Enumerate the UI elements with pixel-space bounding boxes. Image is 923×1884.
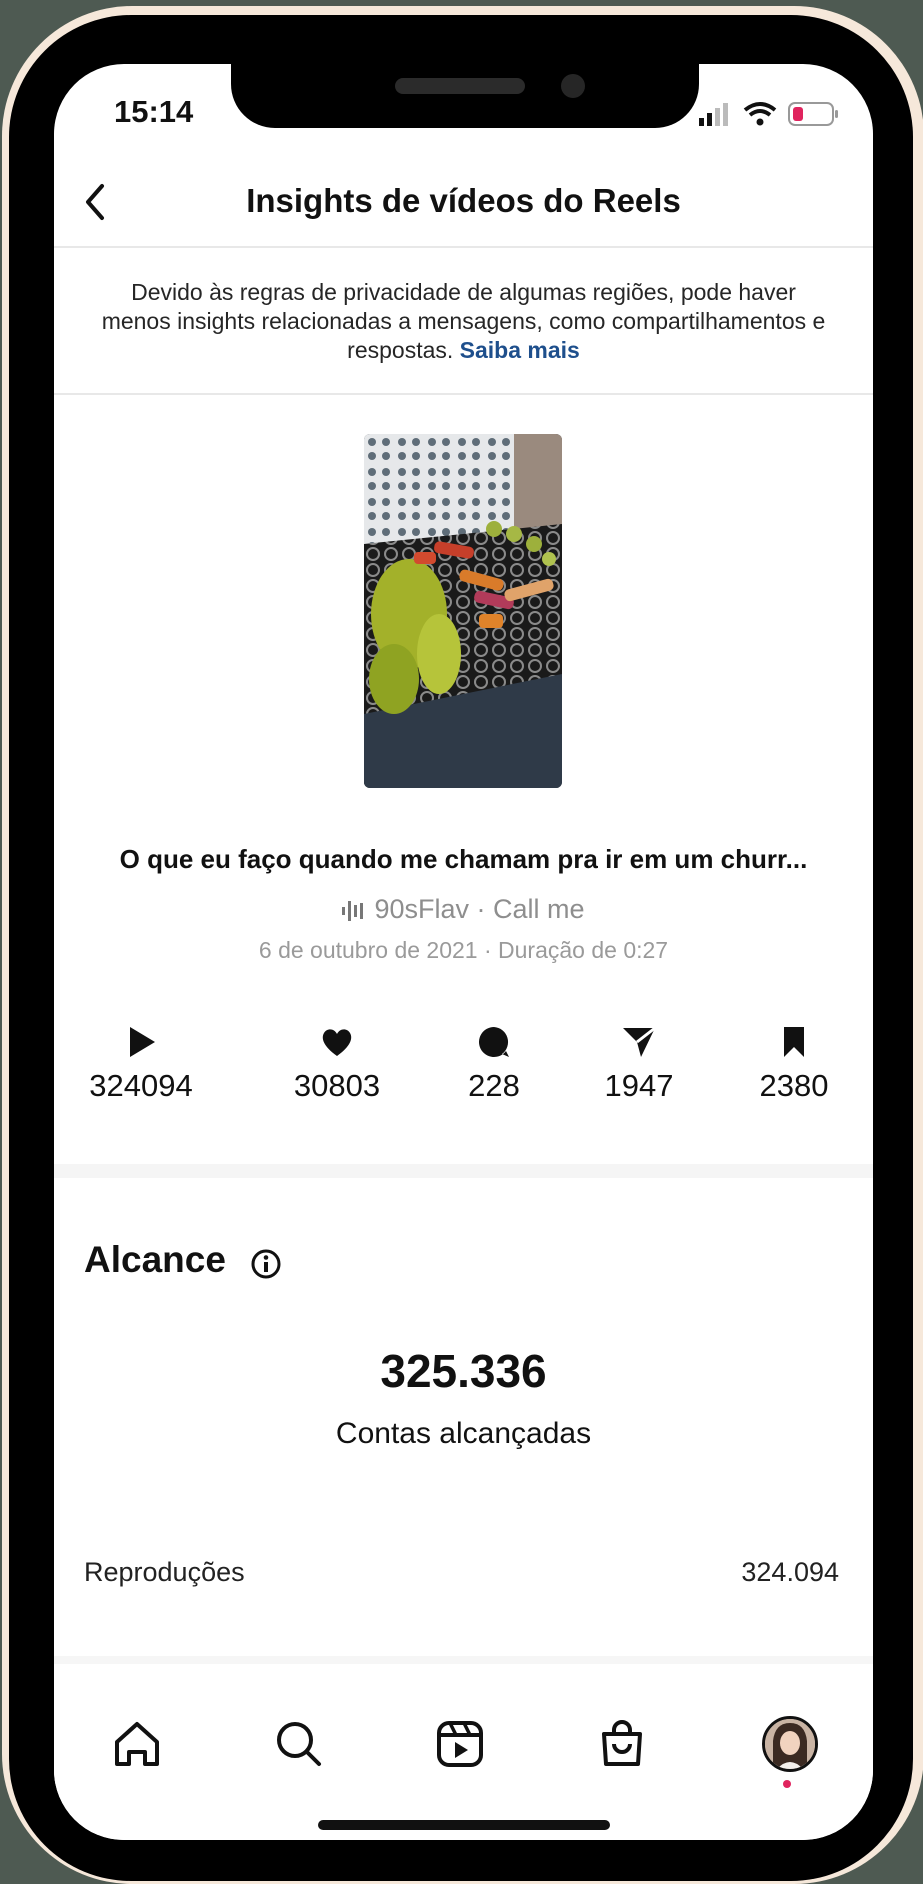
play-icon xyxy=(130,1027,155,1057)
status-time: 15:14 xyxy=(114,94,194,129)
learn-more-link[interactable]: Saiba mais xyxy=(460,337,580,363)
avatar-image xyxy=(765,1719,815,1769)
section-separator xyxy=(54,1164,873,1178)
stat-comments: 228 xyxy=(414,1024,574,1104)
stat-saves: 2380 xyxy=(714,1024,873,1104)
stat-likes: 30803 xyxy=(257,1024,417,1104)
notch xyxy=(231,62,699,128)
stat-plays: 324094 xyxy=(61,1024,221,1104)
shop-icon[interactable] xyxy=(592,1714,652,1774)
reel-thumbnail[interactable] xyxy=(364,434,562,788)
screen: 15:14 Insights de vídeos do Reels Devido… xyxy=(54,64,873,1840)
reach-label: Contas alcançadas xyxy=(335,1417,592,1450)
audio-waveform-icon xyxy=(342,900,364,921)
front-camera xyxy=(561,74,585,98)
privacy-notice: Devido às regras de privacidade de algum… xyxy=(94,278,833,365)
bottom-nav xyxy=(54,1664,873,1840)
heart-icon xyxy=(322,1029,352,1056)
header-divider xyxy=(54,246,873,248)
reel-meta: 6 de outubro de 2021 · Duração de 0:27 xyxy=(258,937,669,963)
stat-comments-value: 228 xyxy=(468,1068,520,1103)
reel-title: O que eu faço quando me chamam pra ir em… xyxy=(119,844,808,874)
reach-value: 325.336 xyxy=(380,1345,547,1397)
signal-icon xyxy=(699,103,728,126)
audio-label: 90sFlav · Call me xyxy=(374,894,585,924)
speaker xyxy=(395,78,525,94)
audio-info[interactable]: 90sFlav · Call me xyxy=(54,894,873,925)
status-icons xyxy=(699,102,838,126)
plays-row-value: 324.094 xyxy=(741,1557,839,1587)
page-title: Insights de vídeos do Reels xyxy=(246,182,681,219)
send-icon xyxy=(623,1026,656,1057)
reach-title: Alcance xyxy=(84,1239,226,1280)
search-icon[interactable] xyxy=(269,1714,329,1774)
stat-shares-value: 1947 xyxy=(604,1068,674,1103)
stat-likes-value: 30803 xyxy=(293,1068,381,1103)
home-indicator[interactable] xyxy=(318,1820,610,1830)
wifi-icon xyxy=(743,102,777,126)
info-icon[interactable] xyxy=(250,1248,282,1280)
plays-row-label: Reproduções xyxy=(84,1557,245,1587)
bookmark-icon xyxy=(784,1027,804,1057)
stat-saves-value: 2380 xyxy=(759,1068,829,1103)
reels-icon[interactable] xyxy=(430,1714,490,1774)
nav-separator xyxy=(54,1656,873,1664)
profile-avatar[interactable] xyxy=(762,1716,818,1772)
stat-plays-value: 324094 xyxy=(89,1068,193,1103)
notification-dot xyxy=(783,1780,791,1788)
stat-shares: 1947 xyxy=(559,1024,719,1104)
battery-icon xyxy=(788,102,838,126)
home-icon[interactable] xyxy=(107,1714,167,1774)
notice-divider xyxy=(54,393,873,395)
comment-icon xyxy=(479,1027,509,1057)
